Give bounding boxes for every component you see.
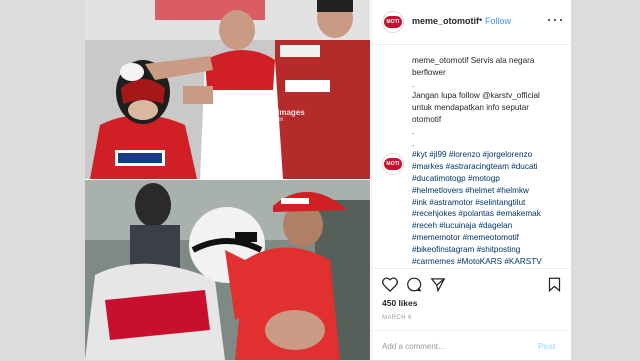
action-bar xyxy=(372,268,571,297)
hashtag-line[interactable]: #carmemes #MotoKARS #KARSTV xyxy=(412,256,562,265)
post-header: MOTI meme_otomotif • Follow xyxy=(372,0,571,45)
separator-dot: • xyxy=(479,15,483,25)
caption-line: untuk mendapatkan info seputar xyxy=(412,103,529,113)
hashtag-line[interactable]: #recehjokes #polantas #emakemak xyxy=(412,208,562,220)
instagram-post-window: gettyimages MTF Credit MOTI meme_otomoti… xyxy=(85,0,571,360)
moti-logo-icon: MOTI xyxy=(384,158,402,170)
hashtag-line[interactable]: #bikeofinstagram #shitposting xyxy=(412,244,562,256)
post-side-panel: MOTI meme_otomotif • Follow MOTI meme_ot… xyxy=(371,0,571,360)
caption-avatar[interactable]: MOTI xyxy=(382,153,404,175)
bookmark-icon[interactable] xyxy=(548,277,561,292)
caption-line: . xyxy=(412,138,415,148)
caption-text: meme_otomotif Servis ala negara berflower… xyxy=(412,55,562,265)
comment-input[interactable]: Add a comment... xyxy=(382,342,445,351)
avatar[interactable]: MOTI xyxy=(382,11,404,33)
follow-button[interactable]: Follow xyxy=(485,16,511,26)
caption-line: berflower xyxy=(412,67,446,77)
ellipsis-icon[interactable] xyxy=(548,13,562,27)
hashtag-line[interactable]: #ducatimotogp #motogp xyxy=(412,173,562,185)
hashtag-line[interactable]: #kyt #jl99 #lorenzo #jorgelorenzo xyxy=(412,149,562,161)
getty-watermark: gettyimages MTF Credit xyxy=(258,108,305,123)
post-date[interactable]: MARCH 6 xyxy=(382,315,412,321)
username-link[interactable]: meme_otomotif xyxy=(412,16,479,26)
caption-line: meme_otomotif Servis ala negara xyxy=(412,56,535,65)
heart-icon[interactable] xyxy=(382,277,398,292)
share-icon[interactable] xyxy=(430,277,446,292)
caption-line: . xyxy=(412,126,415,136)
hashtag-line[interactable]: #mememotor #memeotomotif xyxy=(412,232,562,244)
comment-icon[interactable] xyxy=(406,277,422,292)
comments-area[interactable]: MOTI meme_otomotif Servis ala negara berf… xyxy=(372,45,571,265)
add-comment-bar: Add a comment... Post xyxy=(372,330,571,361)
caption-line: otomotif xyxy=(412,114,442,124)
caption-line: Jangan lupa follow @karstv_official xyxy=(412,91,540,101)
hashtag-line[interactable]: #markes #astraracingteam #ducati xyxy=(412,161,562,173)
hashtag-line[interactable]: #ink #astramotor #selintangtilut xyxy=(412,197,562,209)
caption-line: . xyxy=(412,79,415,89)
post-button[interactable]: Post xyxy=(538,342,555,351)
hashtag-line[interactable]: #helmetlovers #helmet #helmkw xyxy=(412,185,562,197)
photo-mechanic-wiping-helmet: gettyimages MTF Credit xyxy=(85,0,370,179)
post-image[interactable]: gettyimages MTF Credit xyxy=(85,0,370,360)
photo-man-wiping-helmet xyxy=(85,180,370,360)
moti-logo-icon: MOTI xyxy=(384,16,402,28)
like-count[interactable]: 450 likes xyxy=(382,298,417,308)
hashtag-line[interactable]: #receh #lucuinaja #dagelan xyxy=(412,220,562,232)
